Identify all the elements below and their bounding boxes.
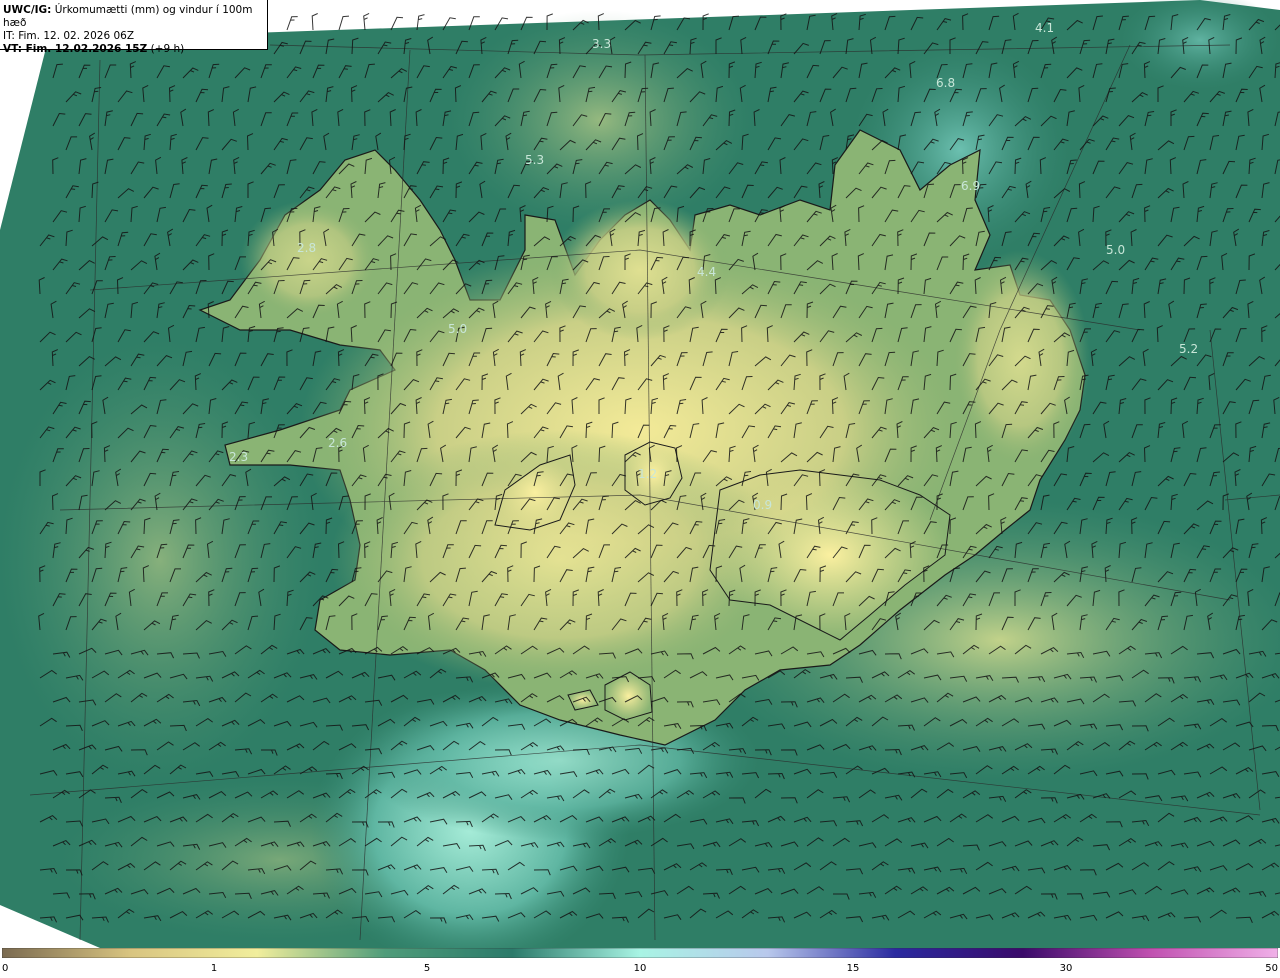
- initial-time: IT: Fim. 12. 02. 2026 06Z: [3, 30, 135, 42]
- map-label: 3.3: [592, 37, 611, 51]
- colorbar-tick-label: 15: [846, 963, 860, 974]
- valid-offset: (+9 h): [150, 43, 185, 55]
- map-label: 2.3: [229, 450, 248, 464]
- colorbar-tick-label: 50: [1265, 963, 1278, 974]
- precipitation-wind-map: 3.3 4.1 6.8 5.3 6.9 5.0 2.8 4.4 5.0 5.2 …: [0, 0, 1280, 948]
- colorbar: 0 1 5 10 15 30 50: [0, 948, 1280, 978]
- map-label: 6.9: [961, 179, 980, 193]
- map-label: 5.0: [448, 322, 467, 336]
- colorbar-strip: [2, 948, 1278, 958]
- map-label: 2.8: [297, 241, 316, 255]
- map-label: 1.2: [638, 467, 657, 481]
- map-label: 5.3: [525, 153, 544, 167]
- map-label: 6.8: [936, 76, 955, 90]
- colorbar-tick-label: 0: [2, 963, 9, 974]
- title-line: UWC/IG: Úrkomumætti (mm) og vindur í 100…: [3, 4, 267, 30]
- product-code: UWC/IG:: [3, 4, 52, 16]
- map-label: 0.9: [753, 498, 772, 512]
- map-label: 2.6: [328, 436, 347, 450]
- valid-time-line: VT: Fim. 12.02.2026 15Z (+9 h): [3, 43, 267, 56]
- map-title-box: UWC/IG: Úrkomumætti (mm) og vindur í 100…: [0, 0, 268, 55]
- colorbar-tick-label: 5: [423, 963, 431, 974]
- valid-time: VT: Fim. 12.02.2026 15Z: [3, 43, 148, 55]
- map-label: 4.4: [697, 265, 716, 279]
- colorbar-tick-label: 30: [1059, 963, 1073, 974]
- colorbar-tick-label: 10: [633, 963, 647, 974]
- map-label: 4.1: [1035, 21, 1054, 35]
- map-label: 5.2: [1179, 342, 1198, 356]
- map-label: 5.0: [1106, 243, 1125, 257]
- colorbar-tick-label: 1: [210, 963, 218, 974]
